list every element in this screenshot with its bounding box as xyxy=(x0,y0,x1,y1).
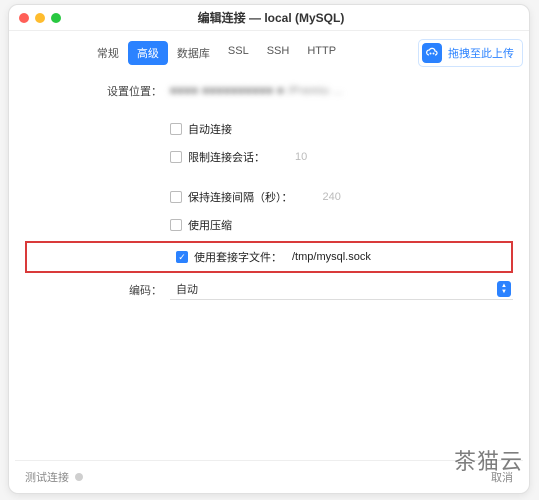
row-limit-sessions: 限制连接会话： 10 xyxy=(25,145,513,169)
cloud-icon xyxy=(422,43,442,63)
close-icon[interactable] xyxy=(19,13,29,23)
tab-advanced[interactable]: 高级 xyxy=(128,41,168,65)
limit-sessions-label: 限制连接会话： xyxy=(188,149,265,165)
socket-highlight: ✓ 使用套接字文件： /tmp/mysql.sock xyxy=(25,241,513,273)
row-auto-connect: 自动连接 xyxy=(25,117,513,141)
maximize-icon[interactable] xyxy=(51,13,61,23)
tab-database[interactable]: 数据库 xyxy=(168,41,219,65)
tabs-row: 常规 高级 数据库 SSL SSH HTTP 拖拽至此上传 xyxy=(15,35,523,75)
minimize-icon[interactable] xyxy=(35,13,45,23)
keepalive-label: 保持连接间隔（秒）： xyxy=(188,189,293,205)
tab-general[interactable]: 常规 xyxy=(88,41,128,65)
cancel-button[interactable]: 取消 xyxy=(491,469,513,485)
auto-connect-checkbox[interactable] xyxy=(170,123,182,135)
upload-label: 拖拽至此上传 xyxy=(448,45,514,61)
location-label: 设置位置： xyxy=(25,83,170,99)
titlebar: 编辑连接 — local (MySQL) xyxy=(9,5,529,31)
dialog-window: 编辑连接 — local (MySQL) 常规 高级 数据库 SSL SSH H… xyxy=(8,4,530,494)
upload-dropzone[interactable]: 拖拽至此上传 xyxy=(418,39,523,67)
row-compression: 使用压缩 xyxy=(25,213,513,237)
keepalive-checkbox[interactable] xyxy=(170,191,182,203)
window-controls xyxy=(19,13,61,23)
status-dot-icon xyxy=(75,473,83,481)
tab-http[interactable]: HTTP xyxy=(298,41,345,65)
tabs: 常规 高级 数据库 SSL SSH HTTP xyxy=(15,41,418,65)
row-socket: ✓ 使用套接字文件： /tmp/mysql.sock xyxy=(31,245,507,269)
row-encoding: 编码： 自动 ▲▼ xyxy=(25,279,513,300)
encoding-value: 自动 xyxy=(176,281,198,297)
window-title: 编辑连接 — local (MySQL) xyxy=(69,9,473,26)
auto-connect-label: 自动连接 xyxy=(188,121,232,137)
compression-label: 使用压缩 xyxy=(188,217,232,233)
form-content: 设置位置： ■■■■ ■■■■■■■■■■ ■ /Premiu ... 自动连接… xyxy=(15,75,523,460)
compression-checkbox[interactable] xyxy=(170,219,182,231)
encoding-select[interactable]: 自动 ▲▼ xyxy=(170,279,513,300)
row-location: 设置位置： ■■■■ ■■■■■■■■■■ ■ /Premiu ... xyxy=(25,79,513,103)
socket-label: 使用套接字文件： xyxy=(194,249,282,265)
limit-sessions-value[interactable]: 10 xyxy=(295,151,307,163)
keepalive-value[interactable]: 240 xyxy=(323,191,341,203)
test-connection-button[interactable]: 测试连接 xyxy=(25,469,69,485)
tab-ssl[interactable]: SSL xyxy=(219,41,258,65)
location-value[interactable]: ■■■■ ■■■■■■■■■■ ■ /Premiu ... xyxy=(170,85,343,97)
socket-path-input[interactable]: /tmp/mysql.sock xyxy=(292,251,371,263)
stepper-icon: ▲▼ xyxy=(497,281,511,297)
row-keepalive: 保持连接间隔（秒）： 240 xyxy=(25,185,513,209)
encoding-label: 编码： xyxy=(25,282,170,298)
socket-checkbox[interactable]: ✓ xyxy=(176,251,188,263)
footer: 测试连接 取消 xyxy=(15,460,523,493)
tab-ssh[interactable]: SSH xyxy=(258,41,299,65)
limit-sessions-checkbox[interactable] xyxy=(170,151,182,163)
